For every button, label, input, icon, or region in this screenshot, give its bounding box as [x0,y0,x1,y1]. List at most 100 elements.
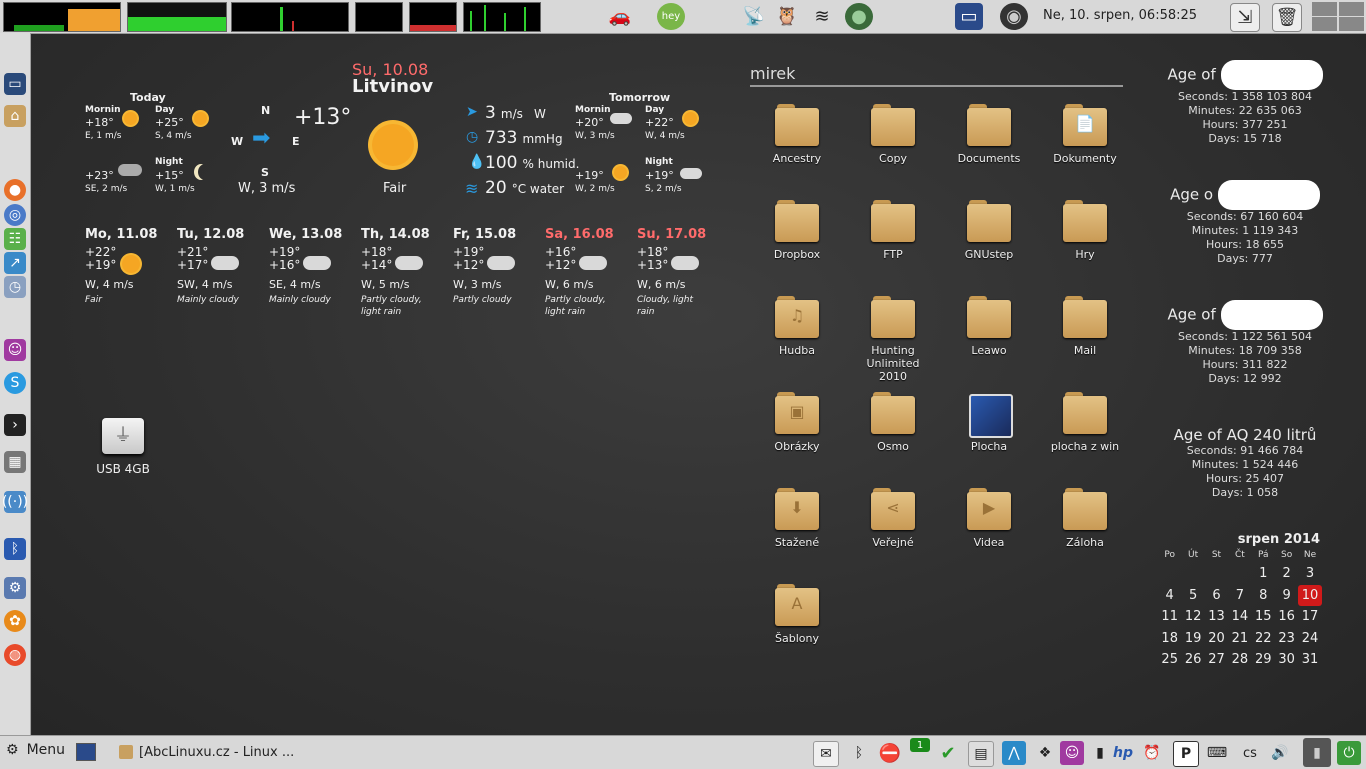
calendar-day[interactable]: 6 [1205,585,1228,607]
clock-icon[interactable]: ◷ [4,276,26,298]
folder-item[interactable]: ▶ Videa [949,488,1029,549]
antenna-icon[interactable]: 📡 [740,3,768,30]
chat-icon[interactable]: ☺ [1060,741,1084,765]
rss-icon[interactable]: ☷ [4,228,26,250]
firefox-icon[interactable]: ● [4,179,26,201]
wifi-icon[interactable]: ((·)) [2,491,28,513]
badge-icon[interactable]: 1 [910,738,930,752]
folder-item[interactable]: ▣ Obrázky [757,392,837,453]
workspace-icon[interactable] [1312,2,1364,31]
folder-item[interactable]: Documents [949,104,1029,165]
lock-screen-icon[interactable]: ▭ [955,3,983,30]
hey-icon[interactable]: hey [657,3,685,30]
calendar-day[interactable]: 4 [1158,585,1181,607]
disk-graph[interactable] [355,2,403,32]
chat-icon[interactable]: ☺ [4,339,26,361]
chromium-icon[interactable]: ◎ [4,204,26,226]
taskbar-item[interactable]: [AbcLinuxu.cz - Linux ... [119,741,294,763]
calendar-day[interactable]: 14 [1228,606,1251,628]
calendar-day[interactable]: 7 [1228,585,1251,607]
car-icon[interactable]: 🚗 [606,3,634,30]
clock[interactable]: Ne, 10. srpen, 06:58:25 [1043,8,1197,23]
calendar-day[interactable]: 17 [1298,606,1321,628]
calendar-day[interactable]: 9 [1275,585,1298,607]
keyboard-icon[interactable]: ⌨ [1205,741,1229,765]
bluetooth-icon[interactable]: ᛒ [847,741,871,765]
owl-icon[interactable]: 🦉 [773,3,801,30]
folder-item[interactable]: Osmo [853,392,933,453]
volume-icon[interactable]: 🔊 [1268,741,1292,765]
dropbox-icon[interactable]: ❖ [1033,741,1057,765]
gear-icon[interactable]: ⚙ [4,577,26,599]
folder-item[interactable]: Dropbox [757,200,837,261]
battery-icon[interactable]: ▮ [1088,741,1112,765]
folder-item[interactable]: ♫ Hudba [757,296,837,357]
folder-item[interactable]: GNUstep [949,200,1029,261]
wifi-icon[interactable]: ≋ [808,3,836,30]
trash-icon[interactable]: 🗑 [1272,3,1302,32]
hp-icon[interactable]: hp [1111,741,1135,765]
folder-item[interactable]: plocha z win [1045,392,1125,453]
menu-button[interactable]: ⚙ Menu [6,742,65,758]
folder-item[interactable]: Záloha [1045,488,1125,549]
check-icon[interactable]: ✔ [936,741,960,765]
calendar-day[interactable]: 11 [1158,606,1181,628]
calendar-day[interactable]: 24 [1298,628,1321,650]
calendar-day[interactable]: 8 [1252,585,1275,607]
skype-icon[interactable]: S [4,372,26,394]
calendar-day[interactable]: 2 [1275,563,1298,585]
folder-item[interactable]: Leawo [949,296,1029,357]
alarm-icon[interactable]: ⏰ [1140,741,1164,765]
bird-icon[interactable]: ⋀ [1002,741,1026,765]
stamp-icon[interactable]: ✉ [813,741,839,767]
calculator-icon[interactable]: ▦ [4,451,26,473]
calendar-title[interactable]: srpen 2014 [1158,532,1328,547]
calendar-day[interactable]: 26 [1181,649,1204,671]
parking-icon[interactable]: P [1173,741,1199,767]
calendar-day[interactable]: 12 [1181,606,1204,628]
load-graph[interactable] [463,2,541,32]
memory-graph[interactable] [127,2,227,32]
power-icon[interactable]: ⏻ [1337,741,1361,765]
network-graph[interactable] [231,2,349,32]
folder-item[interactable]: Hry [1045,200,1125,261]
chart-icon[interactable]: ↗ [4,252,26,274]
folder-item[interactable]: Mail [1045,296,1125,357]
folder-item[interactable]: FTP [853,200,933,261]
folder-item[interactable]: 📄 Dokumenty [1045,104,1125,165]
window-switch-icon[interactable]: ⇲ [1230,3,1260,32]
folder-item[interactable]: Hunting Unlimited 2010 [853,296,933,383]
calendar-day[interactable]: 25 [1158,649,1181,671]
show-desktop-button[interactable] [76,741,96,763]
launch-icon[interactable]: ◍ [4,644,26,666]
folder-item[interactable]: Ancestry [757,104,837,165]
terminal-icon[interactable]: › [4,414,26,436]
screenshot-icon[interactable]: ▤ [968,741,994,767]
calendar-day[interactable]: 23 [1275,628,1298,650]
home-icon[interactable]: ⌂ [4,105,26,127]
calendar-day[interactable]: 15 [1252,606,1275,628]
globe-icon[interactable]: ● [845,3,873,30]
calendar-day[interactable]: 27 [1205,649,1228,671]
cpu-graph[interactable] [3,2,121,32]
signal-icon[interactable]: ▮ [1303,738,1331,767]
folder-item[interactable]: Plocha [949,392,1029,453]
calendar-day[interactable]: 13 [1205,606,1228,628]
calendar-day[interactable]: 28 [1228,649,1251,671]
calendar-day[interactable]: 5 [1181,585,1204,607]
folder-item[interactable]: A Šablony [757,584,837,645]
camera-icon[interactable]: ◉ [1000,3,1028,30]
calendar-day[interactable]: 10 [1298,584,1322,606]
folder-item[interactable]: ⬇ Stažené [757,488,837,549]
calendar-day[interactable]: 21 [1228,628,1251,650]
folder-item[interactable]: Copy [853,104,933,165]
folder-item[interactable]: ⋖ Veřejné [853,488,933,549]
calendar-day[interactable]: 29 [1252,649,1275,671]
calendar-day[interactable]: 16 [1275,606,1298,628]
calendar-day[interactable]: 19 [1181,628,1204,650]
calendar-day[interactable]: 30 [1275,649,1298,671]
monitor-icon[interactable]: ▭ [4,73,26,95]
calendar-day[interactable]: 31 [1298,649,1321,671]
calendar-day[interactable]: 20 [1205,628,1228,650]
calendar-day[interactable]: 18 [1158,628,1181,650]
